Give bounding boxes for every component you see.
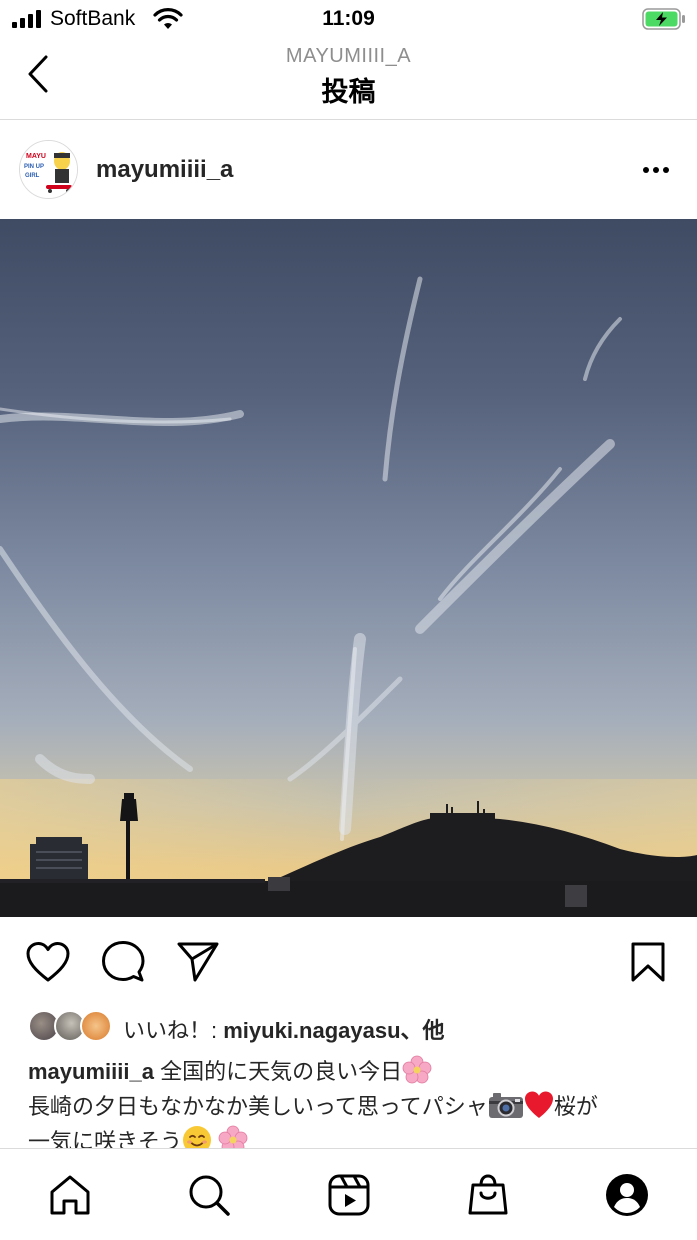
more-options-button[interactable] bbox=[636, 157, 676, 183]
likes-suffix[interactable]: 、他 bbox=[401, 1018, 445, 1043]
reels-icon bbox=[328, 1174, 370, 1216]
likes-text: いいね！: miyuki.nagayasu、他 bbox=[123, 1013, 445, 1045]
svg-text:MAYU: MAYU bbox=[26, 153, 46, 160]
cherry-blossom-icon bbox=[402, 1055, 432, 1084]
comment-icon bbox=[102, 941, 145, 982]
clock: 11:09 bbox=[322, 7, 375, 30]
caption-text-2: 長崎の夕日もなかなか美しいって思ってパシャ bbox=[28, 1094, 488, 1119]
likes-row[interactable]: いいね！: miyuki.nagayasu、他 bbox=[0, 1007, 697, 1047]
status-bar: SoftBank 11:09 bbox=[0, 0, 697, 40]
liker-avatar bbox=[80, 1010, 112, 1042]
tab-shop[interactable] bbox=[464, 1171, 512, 1219]
svg-text:GIRL: GIRL bbox=[25, 173, 40, 179]
page-title: 投稿 bbox=[321, 77, 376, 107]
home-icon bbox=[50, 1175, 90, 1215]
liker-username[interactable]: miyuki.nagayasu bbox=[223, 1018, 400, 1043]
caption-text-3: 桜が bbox=[553, 1094, 598, 1119]
post-navigation-header: MAYUMIIII_A 投稿 bbox=[0, 40, 697, 120]
tab-profile[interactable] bbox=[603, 1171, 651, 1219]
battery-charging-icon bbox=[642, 8, 685, 30]
post-caption: mayumiiii_a 全国的に天気の良い今日 長崎の夕日もなかなか美しいって思… bbox=[28, 1054, 673, 1159]
svg-text:PIN UP: PIN UP bbox=[24, 164, 44, 170]
camera-icon bbox=[488, 1093, 523, 1118]
post-username[interactable]: mayumiiii_a bbox=[96, 156, 233, 184]
save-button[interactable] bbox=[624, 939, 672, 985]
red-heart-icon bbox=[524, 1091, 553, 1118]
tab-reels[interactable] bbox=[325, 1171, 373, 1219]
shop-icon bbox=[468, 1174, 508, 1215]
share-icon bbox=[177, 942, 219, 982]
bottom-tab-bar bbox=[0, 1148, 697, 1240]
post-actions-bar bbox=[0, 917, 697, 1007]
liker-avatars bbox=[28, 1010, 112, 1042]
search-icon bbox=[189, 1175, 230, 1216]
heart-icon bbox=[26, 942, 70, 982]
avatar-image: MAYU PIN UP GIRL bbox=[20, 141, 77, 198]
caption-text-1: 全国的に天気の良い今日 bbox=[153, 1059, 403, 1084]
post-photo[interactable] bbox=[0, 219, 697, 917]
header-username: MAYUMIIII_A bbox=[285, 45, 412, 67]
share-button[interactable] bbox=[174, 939, 222, 985]
avatar[interactable]: MAYU PIN UP GIRL bbox=[19, 140, 78, 199]
tab-search[interactable] bbox=[185, 1171, 233, 1219]
like-button[interactable] bbox=[24, 939, 72, 985]
likes-prefix: いいね！: bbox=[123, 1018, 224, 1043]
caption-username[interactable]: mayumiiii_a bbox=[28, 1059, 154, 1084]
post-header: MAYU PIN UP GIRL mayumiiii_a bbox=[0, 121, 697, 219]
more-horizontal-icon bbox=[643, 167, 669, 173]
tab-home[interactable] bbox=[46, 1171, 94, 1219]
sunset-sky-image bbox=[0, 219, 697, 917]
bookmark-icon bbox=[631, 942, 665, 982]
profile-icon bbox=[606, 1174, 648, 1216]
comment-button[interactable] bbox=[99, 939, 147, 985]
